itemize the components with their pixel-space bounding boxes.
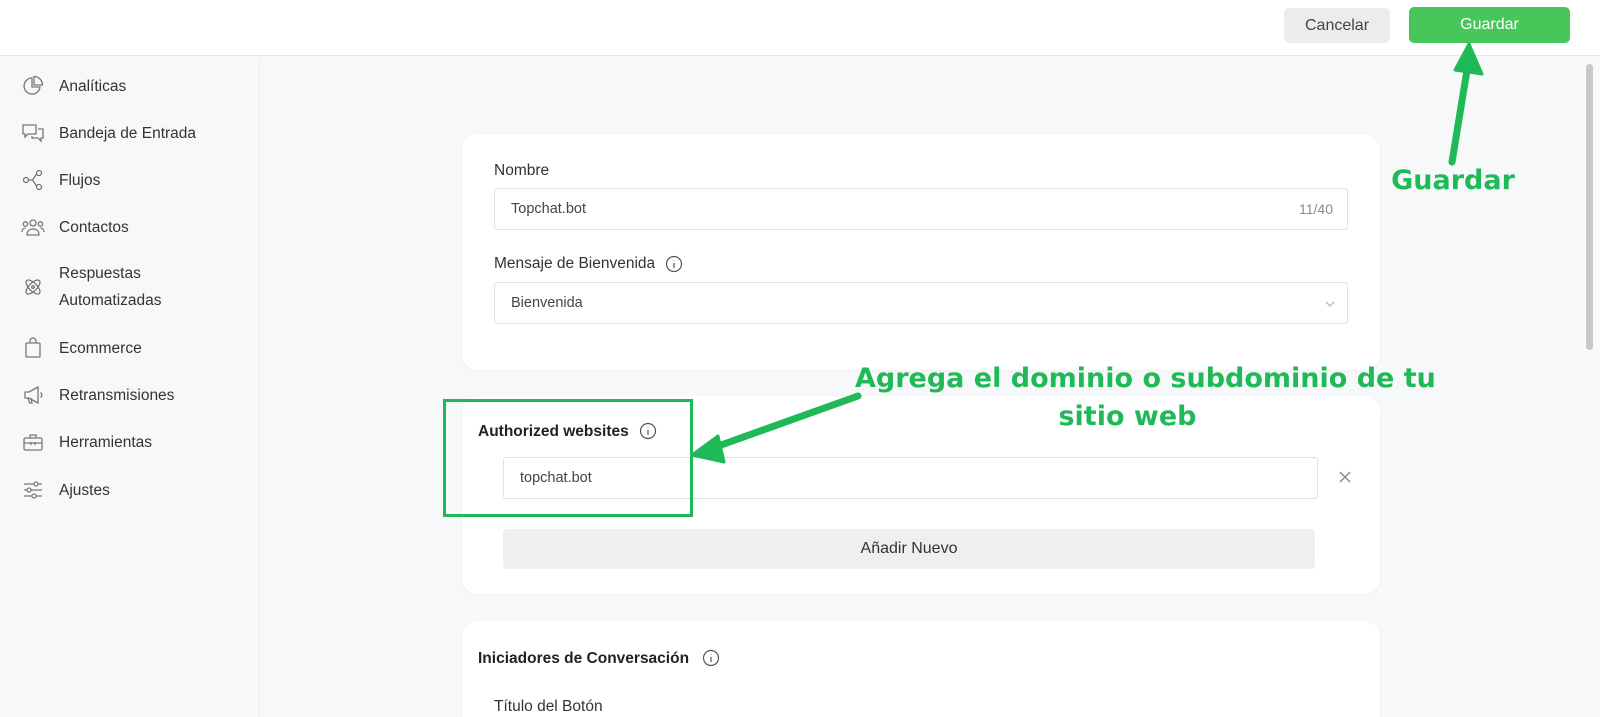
conversation-starters-title: Iniciadores de Conversación <box>478 650 690 667</box>
save-button[interactable]: Guardar <box>1409 7 1570 43</box>
chat-bubbles-icon <box>20 121 46 145</box>
domain-annotation-text: Agrega el dominio o subdominio de tu sit… <box>855 360 1436 436</box>
sidebar-item-ecommerce[interactable]: Ecommerce <box>0 334 259 362</box>
top-bar: Cancelar Guardar <box>0 0 1600 56</box>
chevron-down-icon <box>1323 297 1337 315</box>
sidebar-item-label: Contactos <box>59 218 129 236</box>
scrollbar-thumb[interactable] <box>1586 64 1593 350</box>
highlight-box <box>443 399 693 517</box>
welcome-select-value: Bienvenida <box>511 295 583 311</box>
bot-info-card: Nombre 11/40 Mensaje de Bienvenida Bienv… <box>462 134 1380 370</box>
atom-icon <box>20 275 46 299</box>
flow-nodes-icon <box>20 168 46 192</box>
sidebar-item-label: Flujos <box>59 171 101 189</box>
sidebar-item-label: Analíticas <box>59 77 127 95</box>
shopping-bag-icon <box>20 336 46 360</box>
toolbox-icon <box>20 430 46 454</box>
sidebar-item-label: Ajustes <box>59 481 110 499</box>
contacts-group-icon <box>20 215 46 239</box>
sidebar-item-label: Retransmisiones <box>59 386 175 404</box>
add-new-website-button[interactable]: Añadir Nuevo <box>503 529 1315 569</box>
name-input[interactable] <box>494 188 1348 230</box>
sidebar: Analíticas Bandeja de Entrada Flujos Con… <box>0 57 260 717</box>
megaphone-icon <box>20 383 46 407</box>
conversation-starters-card: Iniciadores de Conversación Título del B… <box>462 621 1380 717</box>
sidebar-item-label-line2: Automatizadas <box>59 292 162 309</box>
sidebar-item-ajustes[interactable]: Ajustes <box>0 476 259 504</box>
name-label: Nombre <box>494 162 550 179</box>
welcome-label: Mensaje de Bienvenida <box>494 255 656 272</box>
button-title-label: Título del Botón <box>494 698 603 715</box>
arrow-to-save <box>1448 42 1484 166</box>
sidebar-item-label: Bandeja de Entrada <box>59 124 197 142</box>
save-annotation-text: Guardar <box>1391 165 1515 196</box>
domain-annotation-line2: sitio web <box>1058 401 1197 432</box>
sidebar-item-label: Herramientas <box>59 433 153 451</box>
sidebar-item-label: Ecommerce <box>59 339 142 357</box>
domain-annotation-line1: Agrega el dominio o subdominio de tu <box>855 363 1436 394</box>
cancel-button[interactable]: Cancelar <box>1284 8 1390 43</box>
info-icon[interactable] <box>665 255 683 278</box>
sidebar-item-contactos[interactable]: Contactos <box>0 213 259 241</box>
sidebar-item-retransmisiones[interactable]: Retransmisiones <box>0 381 259 409</box>
sliders-icon <box>20 478 46 502</box>
sidebar-item-herramientas[interactable]: Herramientas <box>0 428 259 456</box>
welcome-select[interactable]: Bienvenida <box>494 282 1348 324</box>
sidebar-item-flujos[interactable]: Flujos <box>0 166 259 194</box>
name-char-counter: 11/40 <box>1299 201 1333 217</box>
pie-chart-icon <box>20 74 46 98</box>
close-icon[interactable] <box>1338 470 1352 489</box>
sidebar-item-analiticas[interactable]: Analíticas <box>0 72 259 100</box>
sidebar-item-respuestas[interactable]: Respuestas Automatizadas <box>0 260 259 314</box>
sidebar-item-label: Respuestas <box>59 265 141 282</box>
sidebar-item-bandeja[interactable]: Bandeja de Entrada <box>0 119 259 147</box>
info-icon[interactable] <box>702 649 720 672</box>
